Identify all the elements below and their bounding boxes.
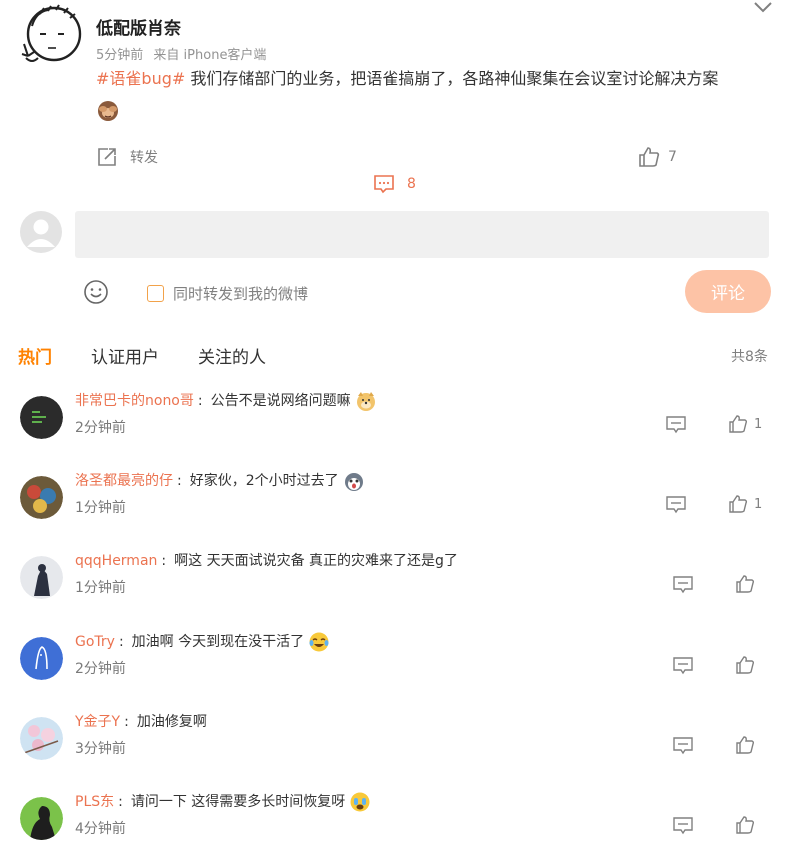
comment-line: Y金子Y: 加油修复啊 [75, 711, 207, 733]
comment-text: 请问一下 这得需要多长时间恢复呀 [130, 794, 346, 810]
comment-like-button[interactable] [735, 574, 761, 594]
chevron-down-icon[interactable] [752, 0, 774, 14]
comment-count: 8 [407, 176, 416, 192]
comment-icon [374, 175, 394, 194]
thumbs-up-icon [736, 816, 755, 834]
avatar[interactable] [20, 717, 63, 760]
comment-time: 1分钟前 [75, 580, 126, 596]
comment-time: 3分钟前 [75, 741, 126, 757]
topic-link[interactable]: #语雀bug# [96, 69, 185, 88]
checkbox-box[interactable] [147, 285, 164, 302]
tab-verified-users[interactable]: 认证用户 [91, 343, 159, 368]
comment-line: qqqHerman: 啊这 天天面试说灾备 真正的灾难来了还是g了 [75, 550, 458, 572]
post-time[interactable]: 5分钟前 [96, 48, 143, 63]
crying-emoji [350, 792, 370, 812]
comment-text: 公告不是说网络问题嘛 [210, 393, 351, 409]
comment-item: qqqHerman: 啊这 天天面试说灾备 真正的灾难来了还是g了 1分钟前 [0, 553, 791, 636]
weibo-post-page: 低配版肖奈 5分钟前 来自 iPhone客户端 #语雀bug# 我们存储部门的业… [0, 0, 791, 858]
commenter-name[interactable]: 洛圣都最亮的仔 [75, 470, 173, 492]
repost-label: 转发 [130, 150, 158, 166]
doge-emoji [356, 392, 375, 411]
submit-comment-button[interactable]: 评论 [685, 270, 771, 313]
repost-button[interactable]: 转发 [96, 144, 158, 170]
comment-line: GoTry: 加油啊 今天到现在没干活了 [75, 631, 330, 653]
commenter-name[interactable]: qqqHerman [75, 550, 157, 572]
comment-item: 非常巴卡的nono哥: 公告不是说网络问题嘛 2分钟前 1 [0, 392, 791, 476]
avatar[interactable] [20, 797, 63, 840]
comment-time: 2分钟前 [75, 420, 126, 436]
post-body-text: 我们存储部门的业务，把语雀搞崩了，各路神仙聚集在会议室讨论解决方案 [185, 69, 719, 88]
avatar[interactable] [20, 637, 63, 680]
repost-icon [98, 148, 116, 166]
comment-like-count: 1 [754, 496, 763, 512]
comment-input[interactable] [75, 211, 769, 258]
comment-like-button[interactable] [735, 655, 761, 675]
post-source: 来自 iPhone客户端 [153, 48, 267, 63]
commenter-name[interactable]: GoTry [75, 631, 115, 653]
commenter-name[interactable]: Y金子Y [75, 711, 120, 733]
comment-time: 1分钟前 [75, 500, 126, 516]
reply-icon[interactable] [666, 416, 686, 434]
my-avatar [20, 211, 62, 253]
post-content: #语雀bug# 我们存储部门的业务，把语雀搞崩了，各路神仙聚集在会议室讨论解决方… [96, 68, 776, 90]
comment-line: 非常巴卡的nono哥: 公告不是说网络问题嘛 [75, 390, 377, 412]
comment-like-button[interactable]: 1 [728, 414, 762, 434]
comment-item: GoTry: 加油啊 今天到现在没干活了 2分钟前 [0, 632, 791, 717]
comment-text: 好家伙，2个小时过去了 [189, 473, 339, 489]
commenter-name[interactable]: PLS东 [75, 791, 114, 813]
reply-icon[interactable] [673, 576, 693, 594]
comment-time: 4分钟前 [75, 821, 126, 837]
comment-like-button[interactable]: 1 [728, 494, 762, 514]
tab-hot[interactable]: 热门 [18, 343, 52, 368]
author-avatar[interactable] [18, 4, 84, 68]
reply-icon[interactable] [673, 657, 693, 675]
reply-icon[interactable] [673, 817, 693, 835]
thumbs-up-icon [736, 575, 755, 593]
comment-item: PLS东: 请问一下 这得需要多长时间恢复呀 4分钟前 [0, 792, 791, 858]
comment-text: 加油啊 今天到现在没干活了 [131, 634, 305, 650]
see-no-evil-monkey-emoji [98, 101, 118, 121]
comment-item: Y金子Y: 加油修复啊 3分钟前 [0, 714, 791, 797]
thumbs-up-icon [729, 495, 748, 513]
reply-icon[interactable] [673, 737, 693, 755]
sync-repost-label: 同时转发到我的微博 [173, 285, 309, 303]
comment-time: 2分钟前 [75, 661, 126, 677]
post-meta: 5分钟前 来自 iPhone客户端 [96, 44, 272, 63]
husky-emoji [344, 473, 363, 491]
thumbs-up-icon [729, 415, 748, 433]
comment-line: PLS东: 请问一下 这得需要多长时间恢复呀 [75, 791, 371, 813]
thumbs-up-icon [736, 736, 755, 754]
comment-text: 加油修复啊 [136, 714, 207, 730]
commenter-name[interactable]: 非常巴卡的nono哥 [75, 390, 194, 412]
comment-like-count: 1 [754, 416, 763, 432]
like-count: 7 [668, 149, 677, 165]
thumbs-up-icon [639, 147, 660, 167]
avatar[interactable] [20, 476, 63, 519]
reply-icon[interactable] [666, 496, 686, 514]
comment-like-button[interactable] [735, 735, 761, 755]
tab-following[interactable]: 关注的人 [198, 343, 266, 368]
comment-like-button[interactable] [735, 815, 761, 835]
comment-text: 啊这 天天面试说灾备 真正的灾难来了还是g了 [174, 553, 458, 569]
total-comment-count: 共8条 [731, 349, 768, 365]
tears-of-joy-emoji [309, 632, 329, 652]
comment-item: 洛圣都最亮的仔: 好家伙，2个小时过去了 1分钟前 1 [0, 473, 791, 556]
post-author-name[interactable]: 低配版肖奈 [96, 14, 181, 39]
comment-line: 洛圣都最亮的仔: 好家伙，2个小时过去了 [75, 470, 365, 492]
smiley-icon[interactable] [83, 279, 109, 305]
sync-repost-checkbox[interactable]: 同时转发到我的微博 [147, 283, 308, 304]
avatar[interactable] [20, 556, 63, 599]
like-button[interactable]: 7 [638, 144, 677, 170]
thumbs-up-icon [736, 656, 755, 674]
avatar[interactable] [20, 396, 63, 439]
